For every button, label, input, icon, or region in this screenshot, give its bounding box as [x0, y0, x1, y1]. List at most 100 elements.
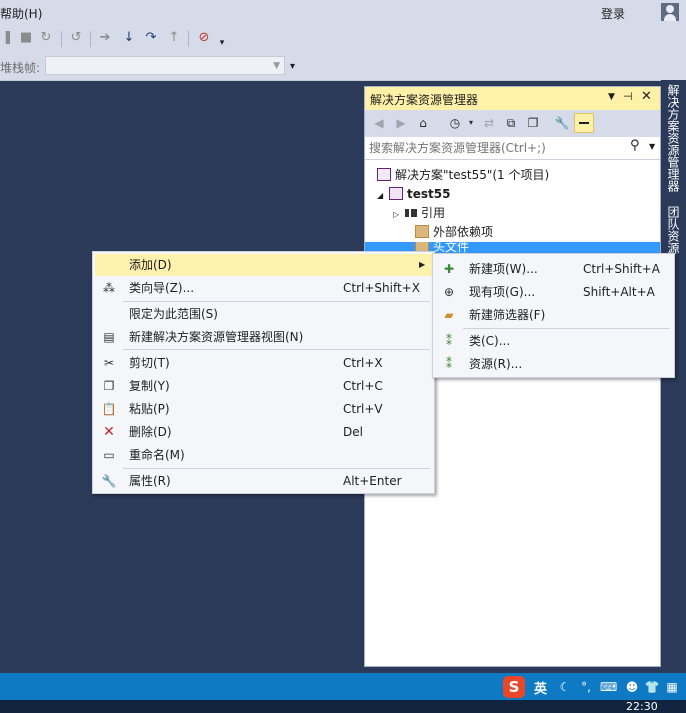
search-icon[interactable]: ⚲	[630, 138, 640, 153]
step-out-icon[interactable]: ↑	[166, 30, 182, 46]
panel-title: 解决方案资源管理器	[370, 93, 479, 107]
chevron-down-icon[interactable]: ▼	[273, 57, 280, 76]
menu-item-label: 添加(D)	[129, 258, 172, 272]
ime-sogou-icon[interactable]: S	[503, 676, 525, 698]
wrench-icon[interactable]: 🔧	[554, 115, 570, 131]
wrench-icon: 🔧	[101, 474, 117, 488]
menu-item-properties[interactable]: 🔧 属性(R) Alt+Enter	[95, 470, 432, 492]
new-view-icon: ▤	[103, 330, 115, 344]
menu-item-new-view[interactable]: ▤ 新建解决方案资源管理器视图(N)	[95, 326, 432, 348]
add-submenu: ✚ 新建项(W)... Ctrl+Shift+A ⊕ 现有项(G)... Shi…	[432, 253, 675, 378]
stackbar-overflow-icon[interactable]: ▾	[290, 61, 295, 72]
window-position-dropdown-icon[interactable]: ▼	[608, 92, 615, 102]
chevron-down-icon[interactable]: ▾	[463, 115, 479, 131]
login-link[interactable]: 登录	[601, 5, 625, 22]
keyboard-icon[interactable]: ⌨	[600, 679, 617, 695]
tree-item-external-deps[interactable]: 外部依赖项	[415, 223, 493, 241]
submenu-item-new-item[interactable]: ✚ 新建项(W)... Ctrl+Shift+A	[435, 258, 672, 280]
close-icon[interactable]: ✕	[641, 89, 652, 104]
tree-item-label: 引用	[421, 206, 446, 220]
folder-icon	[415, 225, 429, 238]
submenu-arrow-icon: ▶	[419, 260, 426, 269]
menu-item-copy[interactable]: ❐ 复制(Y) Ctrl+C	[95, 375, 432, 397]
submenu-item-resource[interactable]: ⁑ 资源(R)...	[435, 353, 672, 375]
submenu-item-existing-item[interactable]: ⊕ 现有项(G)... Shift+Alt+A	[435, 281, 672, 303]
menu-item-paste[interactable]: 📋 粘贴(P) Ctrl+V	[95, 398, 432, 420]
toolbox-icon[interactable]: ▦	[664, 679, 680, 695]
expander-collapsed-icon[interactable]: ▷	[393, 206, 405, 224]
menu-item-rename[interactable]: ▭ 重命名(M)	[95, 444, 432, 466]
menu-help[interactable]: 帮助(H)	[0, 5, 42, 22]
menu-item-add[interactable]: 添加(D) ▶	[95, 254, 432, 276]
new-item-icon: ✚	[443, 262, 455, 276]
submenu-item-new-filter[interactable]: ▰ 新建筛选器(F)	[435, 304, 672, 326]
stack-frame-label: 堆栈帧:	[0, 61, 41, 75]
tree-item-solution[interactable]: 解决方案"test55"(1 个项目)	[377, 166, 549, 184]
menu-separator	[463, 328, 670, 329]
preview-selected-items-button[interactable]	[574, 113, 594, 133]
class-icon: ⁑	[446, 334, 452, 348]
hot-reload-icon[interactable]: ↺	[68, 30, 84, 46]
rename-icon: ▭	[103, 448, 115, 462]
stack-frame-combo[interactable]: ▼	[45, 56, 285, 75]
expander-expanded-icon[interactable]: ◢	[377, 187, 389, 205]
step-into-icon[interactable]: ↓	[121, 30, 137, 46]
toolbar-separator	[188, 31, 189, 47]
menu-separator	[123, 349, 430, 350]
cut-icon: ✂	[103, 356, 115, 370]
user-icon[interactable]: ☻	[624, 679, 640, 695]
menu-item-label: 现有项(G)...	[469, 285, 536, 299]
collapse-all-icon[interactable]: ⧉	[503, 115, 519, 131]
step-over-icon[interactable]: ↷	[143, 30, 159, 46]
menu-item-shortcut: Shift+Alt+A	[583, 285, 655, 299]
forward-icon[interactable]: ▶	[393, 115, 409, 131]
breakpoint-disable-icon[interactable]: ⊘	[196, 30, 212, 46]
search-input[interactable]	[369, 139, 624, 157]
menu-item-label: 新建项(W)...	[469, 262, 538, 276]
menu-item-cut[interactable]: ✂ 剪切(T) Ctrl+X	[95, 352, 432, 374]
show-next-statement-icon[interactable]: ➔	[97, 30, 113, 46]
tree-item-label: 解决方案"test55"(1 个项目)	[395, 168, 550, 182]
pause-icon[interactable]: ❚	[0, 30, 16, 46]
user-avatar-icon[interactable]	[661, 3, 679, 21]
punctuation-icon[interactable]: °,	[578, 679, 594, 695]
menu-item-delete[interactable]: ✕ 删除(D) Del	[95, 421, 432, 443]
menu-item-class-wizard[interactable]: ⁂ 类向导(Z)... Ctrl+Shift+X	[95, 277, 432, 299]
delete-icon: ✕	[103, 424, 115, 440]
menu-item-label: 类(C)...	[469, 334, 511, 348]
existing-item-icon: ⊕	[443, 285, 455, 299]
side-tab-team-explorer[interactable]: 团队资源	[663, 206, 683, 254]
tree-item-label: test55	[407, 187, 451, 201]
tree-item-project[interactable]: ◢ test55	[377, 185, 450, 203]
home-icon[interactable]: ⌂	[415, 115, 431, 131]
stack-frame-bar: 堆栈帧: ▼ ▾	[0, 52, 686, 81]
menu-item-shortcut: Alt+Enter	[343, 474, 402, 488]
search-options-dropdown-icon[interactable]: ▼	[649, 142, 655, 151]
submenu-item-class[interactable]: ⁑ 类(C)...	[435, 330, 672, 352]
cpp-project-icon	[389, 187, 403, 200]
toolbar-separator	[90, 31, 91, 47]
menu-bar: 帮助(H) 登录	[0, 0, 686, 26]
menu-item-scope-to-this[interactable]: 限定为此范围(S)	[95, 303, 432, 325]
restart-icon[interactable]: ↻	[38, 30, 54, 46]
new-filter-icon: ▰	[444, 308, 454, 322]
stop-icon[interactable]: ■	[18, 30, 34, 46]
back-icon[interactable]: ◀	[371, 115, 387, 131]
moon-icon[interactable]: ☾	[557, 679, 573, 695]
context-menu: 添加(D) ▶ ⁂ 类向导(Z)... Ctrl+Shift+X 限定为此范围(…	[92, 251, 435, 494]
show-all-files-icon[interactable]: ❐	[525, 115, 541, 131]
sync-icon[interactable]: ⇄	[481, 115, 497, 131]
ime-language-toggle[interactable]: 英	[534, 678, 547, 697]
toolbar-overflow-icon[interactable]: ▾	[214, 35, 230, 51]
auto-hide-pin-icon[interactable]: ⊣	[623, 90, 633, 103]
class-wizard-icon: ⁂	[103, 281, 115, 295]
tree-item-references[interactable]: ▷ 引用	[393, 204, 445, 222]
shirt-icon[interactable]: 👕	[644, 679, 660, 695]
toolbar-separator	[61, 31, 62, 47]
references-icon	[405, 209, 417, 217]
solution-explorer-search: ⚲ ▼	[365, 137, 660, 160]
pending-changes-filter-icon[interactable]: ◷	[447, 115, 463, 131]
paste-icon: 📋	[101, 402, 117, 416]
taskbar	[0, 700, 686, 713]
side-tab-solution-explorer[interactable]: 解决方案资源管理器	[663, 84, 683, 192]
